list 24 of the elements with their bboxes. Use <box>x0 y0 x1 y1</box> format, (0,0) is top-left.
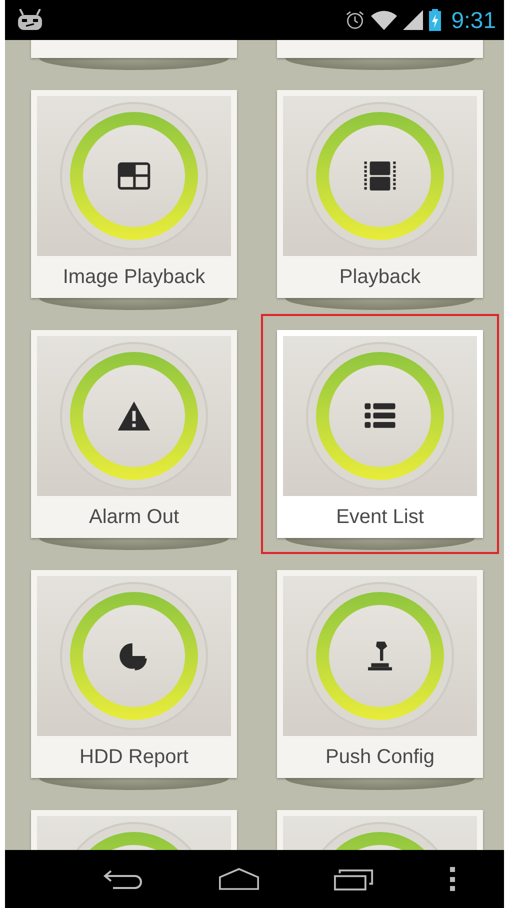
signal-icon <box>403 10 424 30</box>
clock-time: 9:31 <box>451 6 496 34</box>
menu-tile[interactable]: Playback <box>277 90 483 298</box>
tile-label: Alarm Out <box>88 504 180 530</box>
tile-label: Event List <box>335 504 425 530</box>
tile-label: Push Config <box>324 744 436 770</box>
battery-icon <box>429 9 442 31</box>
grid-icon <box>117 160 151 192</box>
warning-icon <box>117 400 151 432</box>
menu-icon[interactable] <box>450 867 456 891</box>
wifi-icon <box>371 10 398 30</box>
menu-tile[interactable]: Event List <box>277 330 483 538</box>
home-icon[interactable] <box>218 867 259 891</box>
menu-tile[interactable]: Push Config <box>277 570 483 778</box>
robot-icon <box>17 9 43 31</box>
film-icon <box>363 160 397 192</box>
recents-icon[interactable] <box>334 867 374 891</box>
tile-label: Image Playback <box>62 264 206 290</box>
tile-label: HDD Report <box>78 744 190 770</box>
menu-tile[interactable]: HDD Report <box>31 570 237 778</box>
tile-label: Playback <box>338 264 422 290</box>
menu-tile[interactable]: Alarm Out <box>31 330 237 538</box>
menu-tile[interactable]: Image Playback <box>31 90 237 298</box>
alarm-icon <box>345 10 366 30</box>
